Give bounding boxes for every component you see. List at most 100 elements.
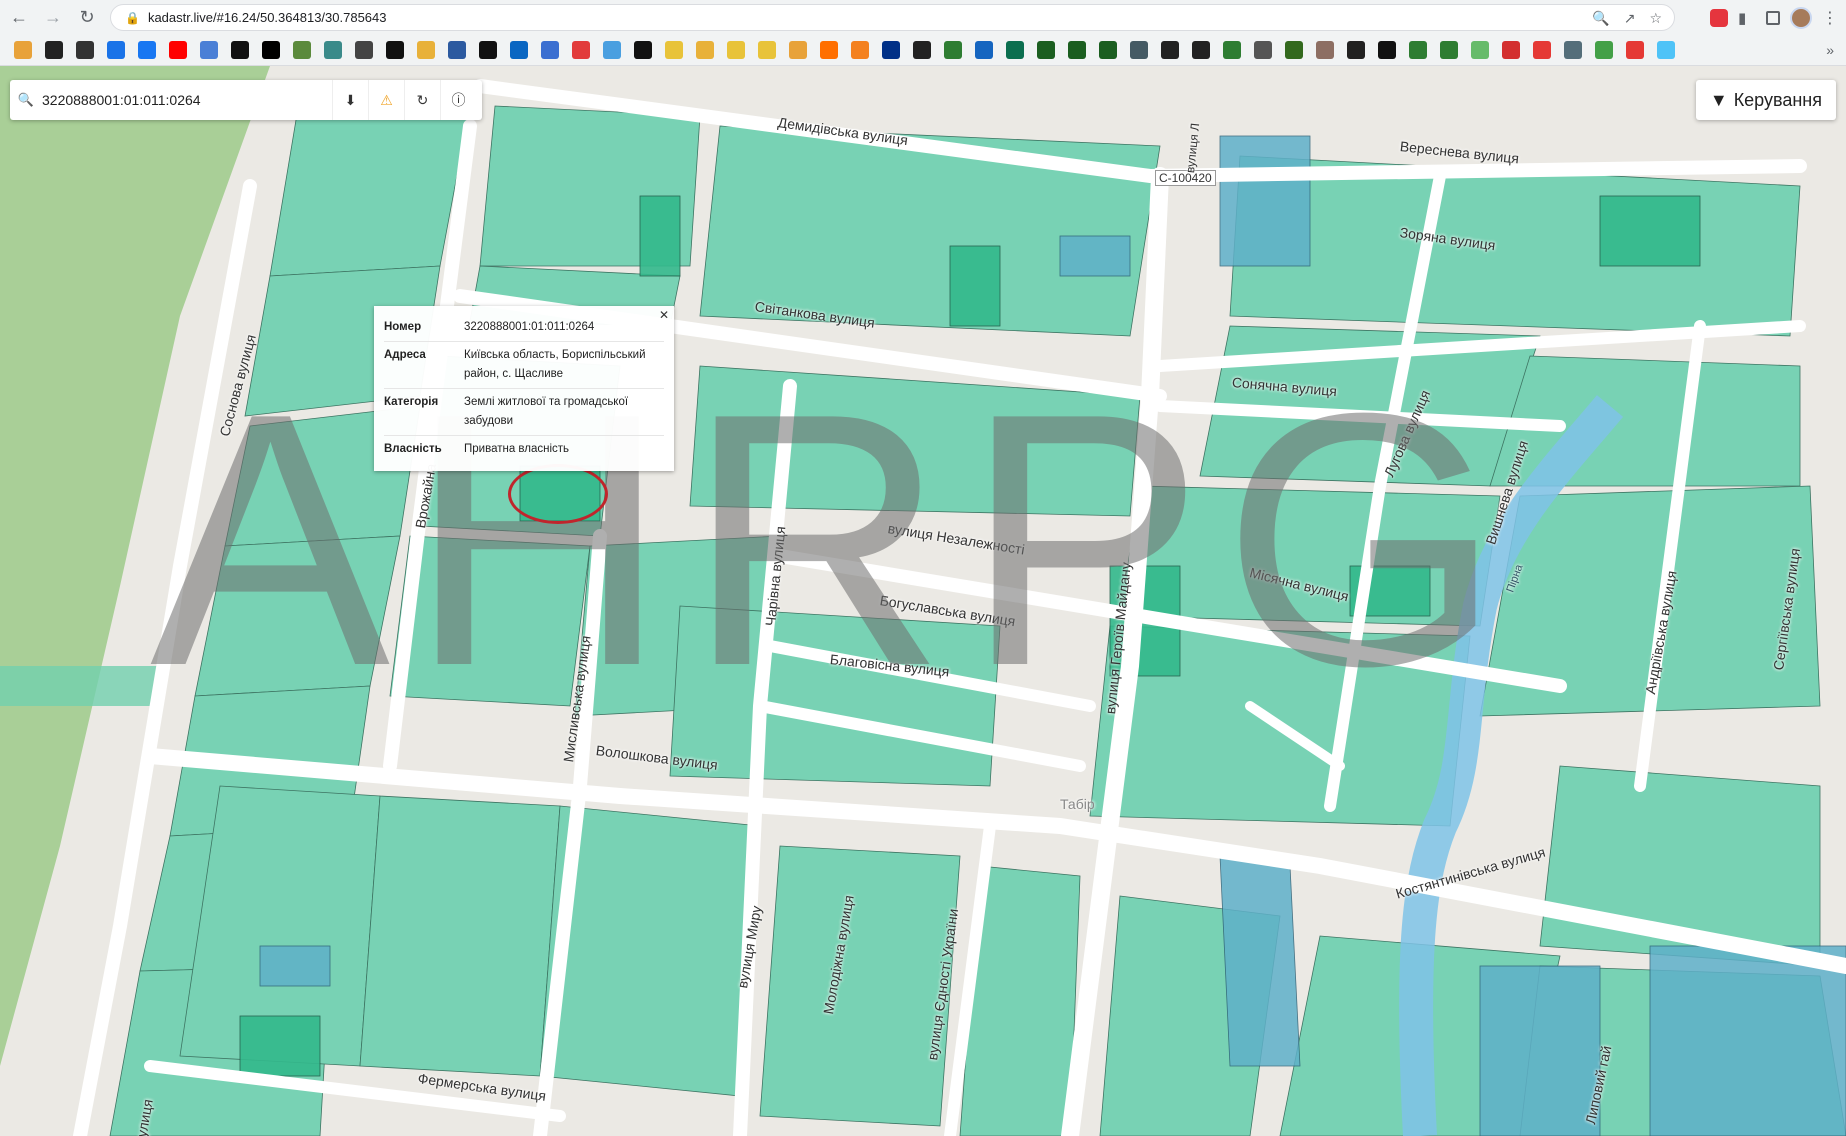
bookmark-favicon-icon[interactable] [14,40,32,59]
bookmark-favicon-icon[interactable] [634,40,652,59]
adblock-extension-icon[interactable] [1710,8,1728,27]
side-panel-icon[interactable] [1766,10,1780,25]
bookmark-favicon-icon[interactable] [789,40,807,59]
bookmark-favicon-icon[interactable] [76,40,94,59]
bookmark-favicon-icon[interactable] [665,40,683,59]
bookmark-favicon-icon[interactable] [1285,40,1303,59]
bookmark-favicon-icon[interactable] [1192,40,1210,59]
bookmark-favicon-icon[interactable] [107,40,125,59]
arrow-right-icon: → [44,6,62,27]
bookmark-favicon-icon[interactable] [1626,40,1644,59]
bookmark-favicon-icon[interactable] [1471,40,1489,59]
control-button[interactable]: ▼ Керування [1695,80,1836,120]
info-icon: ⓘ [451,92,466,108]
reload-icon: ↻ [79,6,95,27]
bookmark-favicon-icon[interactable] [1347,40,1365,59]
bookmark-favicon-icon[interactable] [448,40,466,59]
bookmark-favicon-icon[interactable] [541,40,559,59]
popup-value: Землі житлової та громадської забудови [464,396,629,427]
bookmark-favicon-icon[interactable] [1440,40,1458,59]
bookmark-favicon-icon[interactable] [1502,40,1520,59]
address-bar[interactable]: 🔒 kadastr.live/#16.24/50.364813/30.78564… [110,4,1675,31]
close-icon[interactable]: ✕ [659,308,669,322]
filter-icon: ▼ [1709,89,1728,110]
warning-button[interactable]: ⚠ [368,80,404,120]
popup-key: Категорія [384,396,439,408]
download-button[interactable]: ⬇ [332,80,368,120]
back-button[interactable]: ← [4,2,34,32]
bookmark-favicon-icon[interactable] [1130,40,1148,59]
extensions-puzzle-icon[interactable]: ▮ [1738,9,1756,27]
control-label: Керування [1733,89,1822,110]
bookmark-favicon-icon[interactable] [324,40,342,59]
bookmark-favicon-icon[interactable] [1223,40,1241,59]
bookmark-favicon-icon[interactable] [820,40,838,59]
browser-toolbar: ← → ↻ 🔒 kadastr.live/#16.24/50.364813/30… [0,0,1846,34]
refresh-button[interactable]: ↻ [404,80,440,120]
bookmark-favicon-icon[interactable] [1657,40,1675,59]
bookmark-favicon-icon[interactable] [603,40,621,59]
bookmark-favicon-icon[interactable] [169,40,187,59]
popup-value: Приватна власність [464,443,570,455]
bookmark-favicon-icon[interactable] [1099,40,1117,59]
bookmark-favicon-icon[interactable] [882,40,900,59]
parcel-info-popup: ✕ Номер 3220888001:01:011:0264 Адреса Ки… [374,306,674,471]
bookmark-favicon-icon[interactable] [200,40,218,59]
bookmark-favicon-icon[interactable] [1409,40,1427,59]
bookmark-favicon-icon[interactable] [417,40,435,59]
address-url: kadastr.live/#16.24/50.364813/30.785643 [147,10,387,25]
reload-button[interactable]: ↻ [72,2,102,32]
bookmark-favicon-icon[interactable] [913,40,931,59]
bookmark-favicon-icon[interactable] [231,40,249,59]
popup-row-ownership: Власність Приватна власність [384,436,664,463]
bookmark-favicon-icon[interactable] [386,40,404,59]
bookmark-favicon-icon[interactable] [944,40,962,59]
download-icon: ⬇ [344,91,357,108]
bookmark-favicon-icon[interactable] [758,40,776,59]
lock-icon: 🔒 [125,10,140,25]
profile-avatar[interactable] [1790,6,1812,29]
menu-kebab-icon[interactable]: ⋮ [1822,8,1838,28]
popup-value: Київська область, Бориспільський район, … [464,349,646,380]
bookmark-favicon-icon[interactable] [1006,40,1024,59]
bookmark-favicon-icon[interactable] [479,40,497,59]
cadastral-search-input[interactable] [42,92,332,108]
street-label: Табір [1060,796,1095,812]
forward-button[interactable]: → [38,2,68,32]
selected-parcel-marker[interactable] [508,464,608,524]
bookmark-favicon-icon[interactable] [355,40,373,59]
bookmark-favicon-icon[interactable] [975,40,993,59]
cadastral-search-panel: 🔍 ⬇ ⚠ ↻ ⓘ [10,80,482,120]
bookmark-favicon-icon[interactable] [1068,40,1086,59]
popup-key: Номер [384,321,422,333]
bookmark-favicon-icon[interactable] [1564,40,1582,59]
bookmarks-overflow-icon[interactable]: » [1826,42,1834,58]
star-icon[interactable]: ☆ [1649,10,1662,27]
bookmark-favicon-icon[interactable] [1595,40,1613,59]
bookmark-favicon-icon[interactable] [851,40,869,59]
bookmark-favicon-icon[interactable] [138,40,156,59]
bookmark-favicon-icon[interactable] [1533,40,1551,59]
bookmark-favicon-icon[interactable] [1316,40,1334,59]
bookmark-favicon-icon[interactable] [262,40,280,59]
popup-key: Власність [384,443,442,455]
bookmark-favicon-icon[interactable] [727,40,745,59]
bookmark-favicon-icon[interactable] [45,40,63,59]
bookmark-favicon-icon[interactable] [1037,40,1055,59]
search-icon: 🔍 [17,92,35,107]
refresh-icon: ↻ [416,91,429,108]
bookmark-favicon-icon[interactable] [293,40,311,59]
popup-key: Адреса [384,349,426,361]
bookmark-favicon-icon[interactable] [696,40,714,59]
map-canvas[interactable]: Демидівська вулиця Вереснева вулиця С-10… [0,66,1846,1136]
bookmark-favicon-icon[interactable] [1254,40,1272,59]
bookmark-favicon-icon[interactable] [572,40,590,59]
share-icon[interactable]: ↗ [1624,10,1636,27]
popup-value: 3220888001:01:011:0264 [464,321,595,333]
bookmark-favicon-icon[interactable] [510,40,528,59]
zoom-icon[interactable]: 🔍 [1592,10,1609,27]
bookmark-favicon-icon[interactable] [1161,40,1179,59]
info-button[interactable]: ⓘ [440,80,476,120]
popup-row-number: Номер 3220888001:01:011:0264 [384,314,664,342]
bookmark-favicon-icon[interactable] [1378,40,1396,59]
